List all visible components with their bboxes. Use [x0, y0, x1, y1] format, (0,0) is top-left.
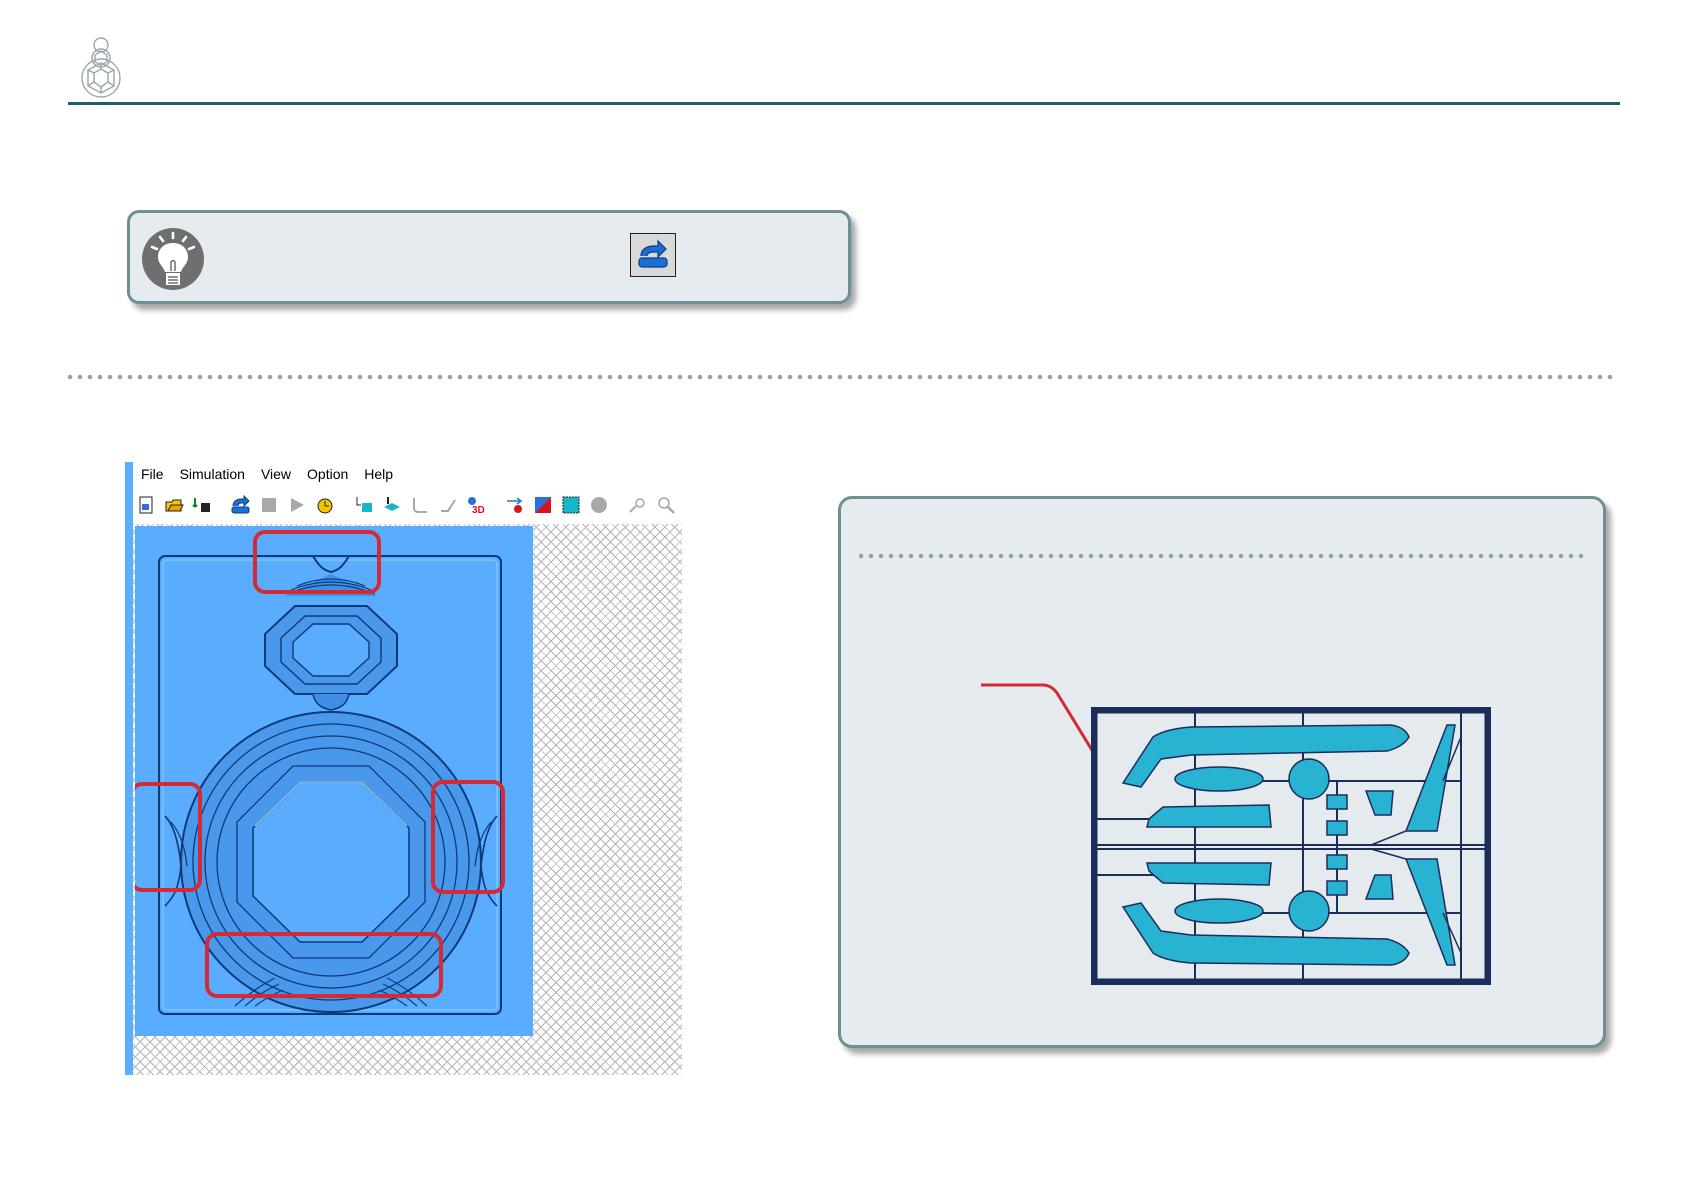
open-folder-button[interactable]: [161, 493, 186, 518]
tool-view-button[interactable]: [379, 493, 404, 518]
color-button[interactable]: [530, 493, 555, 518]
sphere-button[interactable]: [586, 493, 611, 518]
menu-view[interactable]: View: [261, 466, 291, 482]
timer-button[interactable]: [312, 493, 337, 518]
simulation-window: File Simulation View Option Help 3D: [125, 462, 682, 1075]
menu-bar: File Simulation View Option Help: [133, 462, 682, 486]
section-divider: [68, 374, 1620, 380]
export-button[interactable]: [189, 493, 214, 518]
lightbulb-icon: [141, 227, 205, 291]
menu-simulation[interactable]: Simulation: [180, 466, 245, 482]
zoom-button[interactable]: [653, 493, 678, 518]
tip-box: [127, 210, 851, 304]
cut-area-button[interactable]: [502, 493, 527, 518]
simulation-canvas[interactable]: [130, 526, 533, 1036]
header-logo-icon: [76, 36, 126, 98]
svg-text:3D: 3D: [472, 505, 485, 515]
menu-option[interactable]: Option: [307, 466, 348, 482]
menu-file[interactable]: File: [141, 466, 164, 482]
redo-simulation-icon: [638, 239, 668, 268]
new-file-button[interactable]: [133, 493, 158, 518]
info-box: [838, 496, 1606, 1048]
surface-view-button[interactable]: [351, 493, 376, 518]
path-view-2-button[interactable]: [435, 493, 460, 518]
model-kit-sprue-illustration: [1091, 707, 1491, 985]
select-button[interactable]: [558, 493, 583, 518]
info-box-divider: [859, 553, 1585, 559]
window-edge: [125, 462, 133, 1075]
path-view-button[interactable]: [407, 493, 432, 518]
menu-help[interactable]: Help: [364, 466, 393, 482]
redo-simulation-tool[interactable]: [228, 493, 253, 518]
stop-button[interactable]: [256, 493, 281, 518]
redo-simulation-button[interactable]: [630, 233, 676, 277]
3d-view-button[interactable]: 3D: [463, 493, 488, 518]
header-rule: [68, 102, 1620, 105]
toolbar: 3D: [133, 490, 682, 520]
play-button[interactable]: [284, 493, 309, 518]
zoom-move-button[interactable]: [625, 493, 650, 518]
